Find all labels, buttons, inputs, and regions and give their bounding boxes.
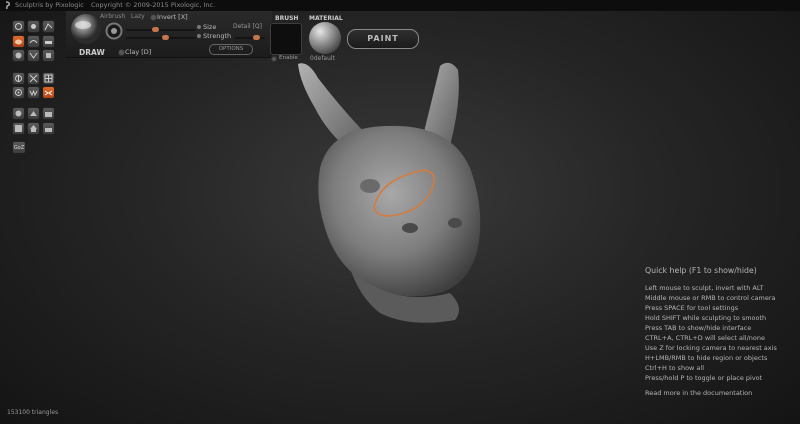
draw-icon — [15, 39, 22, 45]
save-button[interactable] — [12, 122, 25, 135]
save-icon — [15, 125, 22, 132]
flatten-icon — [45, 41, 52, 44]
airbrush-toggle[interactable]: Airbrush — [100, 13, 125, 20]
wireframe-button[interactable] — [42, 72, 55, 85]
brush-header: BRUSH — [275, 15, 299, 22]
folder-icon — [45, 112, 52, 117]
import-icon — [30, 125, 37, 132]
title-bar: Sculptris by Pixologic Copyright © 2009-… — [0, 0, 800, 11]
help-line: H+LMB/RMB to hide region or objects — [645, 354, 768, 362]
clay-label: Clay [D] — [125, 48, 152, 56]
pinch-icon — [29, 52, 38, 59]
grab-tool-button[interactable] — [42, 49, 55, 62]
reduce-icon — [15, 89, 22, 96]
quick-help-panel: Quick help (F1 to show/hide) Left mouse … — [645, 266, 795, 397]
rotate-icon — [15, 23, 22, 30]
sculpted-dragon-head-model[interactable] — [290, 58, 500, 328]
draw-tool-button[interactable] — [12, 35, 25, 48]
triangle-count: 153100 triangles — [7, 409, 59, 416]
reduce-brush-button[interactable] — [12, 86, 25, 99]
draw-brush-preview-icon[interactable] — [70, 13, 102, 45]
move-icon — [44, 23, 53, 31]
waves-button[interactable] — [27, 86, 40, 99]
detail-label: Detail [Q] — [233, 23, 262, 30]
mask-icon — [29, 74, 38, 83]
import-button[interactable] — [27, 122, 40, 135]
help-line: Middle mouse or RMB to control camera — [645, 294, 776, 302]
scale-icon — [31, 24, 36, 29]
material-preview[interactable] — [309, 22, 341, 54]
subdivide-button[interactable] — [42, 86, 55, 99]
scale-tool-button[interactable] — [27, 20, 40, 33]
strength-slider-track[interactable] — [126, 37, 196, 39]
help-line: Ctrl+H to show all — [645, 364, 705, 372]
help-line: CTRL+A, CTRL+D will select all/none — [645, 334, 766, 342]
lazy-dial-icon[interactable] — [105, 22, 123, 40]
flatten-tool-button[interactable] — [42, 35, 55, 48]
export-button[interactable] — [42, 122, 55, 135]
size-label: Size — [203, 23, 217, 31]
sphere-icon — [15, 110, 22, 117]
lazy-toggle[interactable]: Lazy — [131, 13, 145, 20]
export-icon — [45, 128, 52, 132]
waves-icon — [29, 89, 38, 97]
strength-radio[interactable] — [197, 34, 201, 38]
subdivide-icon — [44, 90, 53, 96]
help-line: Press SPACE for tool settings — [645, 304, 739, 312]
invert-checkbox[interactable] — [150, 14, 157, 21]
detail-slider-track[interactable] — [235, 37, 265, 39]
mask-button[interactable] — [27, 72, 40, 85]
quick-help-title: Quick help (F1 to show/hide) — [645, 266, 757, 275]
help-line: Use Z for locking camera to nearest axis — [645, 344, 777, 352]
size-radio[interactable] — [197, 25, 201, 29]
app-title: Sculptris by Pixologic — [15, 1, 84, 9]
new-sphere-button[interactable] — [12, 107, 25, 120]
pinch-tool-button[interactable] — [27, 49, 40, 62]
symmetry-icon — [15, 75, 22, 82]
inflate-tool-button[interactable] — [12, 49, 25, 62]
inflate-icon — [15, 52, 22, 59]
brush-enable-checkbox[interactable] — [271, 56, 277, 62]
help-line: Press TAB to show/hide interface — [645, 324, 752, 332]
material-header: MATERIAL — [309, 15, 343, 22]
help-line: Press/hold P to toggle or place pivot — [645, 374, 763, 382]
documentation-link[interactable]: Read more in the documentation — [645, 389, 795, 397]
rotate-tool-button[interactable] — [12, 20, 25, 33]
grab-icon — [46, 53, 51, 58]
strength-slider-knob[interactable] — [162, 35, 169, 40]
invert-label: Invert [X] — [157, 13, 188, 21]
tool-name: DRAW — [79, 48, 105, 57]
brush-texture-slot[interactable] — [270, 23, 302, 55]
size-slider-knob[interactable] — [152, 27, 159, 32]
detail-slider-knob[interactable] — [253, 35, 260, 40]
clay-checkbox[interactable] — [118, 49, 125, 56]
strength-label: Strength — [203, 32, 232, 40]
size-slider-track[interactable] — [126, 29, 196, 31]
plane-icon — [30, 111, 37, 116]
symmetry-button[interactable] — [12, 72, 25, 85]
copyright-text: Copyright © 2009-2015 Pixologic, Inc. — [91, 1, 216, 9]
sculptris-logo-icon — [5, 1, 10, 10]
crease-tool-button[interactable] — [27, 35, 40, 48]
help-line: Hold SHIFT while sculpting to smooth — [645, 314, 767, 322]
new-plane-button[interactable] — [27, 107, 40, 120]
crease-icon — [29, 40, 38, 44]
open-file-button[interactable] — [42, 107, 55, 120]
help-line: Left mouse to sculpt, invert with ALT — [645, 284, 764, 292]
wireframe-icon — [44, 74, 53, 83]
paint-button[interactable]: PAINT — [347, 29, 419, 49]
options-button[interactable]: OPTIONS — [209, 44, 253, 55]
move-tool-button[interactable] — [42, 20, 55, 33]
goz-button[interactable]: GoZ — [12, 141, 26, 154]
